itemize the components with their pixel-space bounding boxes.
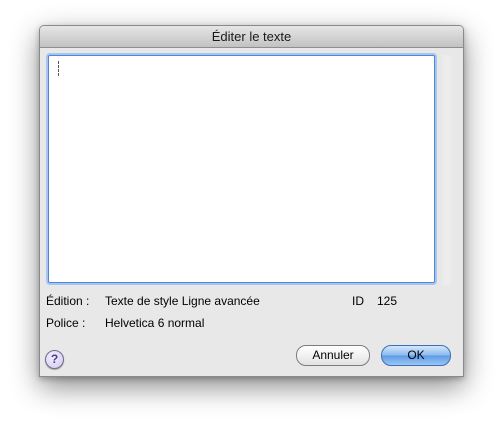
- id-value: 125: [377, 294, 398, 308]
- edition-label: Édition :: [46, 294, 90, 308]
- edit-text-dialog: Éditer le texte Édition : Texte de style…: [39, 25, 464, 377]
- text-caret: [58, 61, 59, 76]
- dialog-title: Éditer le texte: [211, 29, 292, 44]
- police-value: Helvetica 6 normal: [105, 316, 205, 330]
- cancel-button[interactable]: Annuler: [296, 345, 370, 366]
- editor-scrollbar[interactable]: [443, 55, 451, 285]
- edition-value: Texte de style Ligne avancée: [105, 294, 260, 308]
- text-editor[interactable]: [48, 55, 435, 283]
- id-label: ID: [352, 294, 364, 308]
- question-mark-icon: ?: [50, 352, 59, 366]
- title-bar[interactable]: Éditer le texte: [40, 26, 463, 48]
- ok-button[interactable]: OK: [381, 345, 451, 366]
- police-label: Police :: [46, 316, 86, 330]
- help-button[interactable]: ?: [45, 350, 64, 369]
